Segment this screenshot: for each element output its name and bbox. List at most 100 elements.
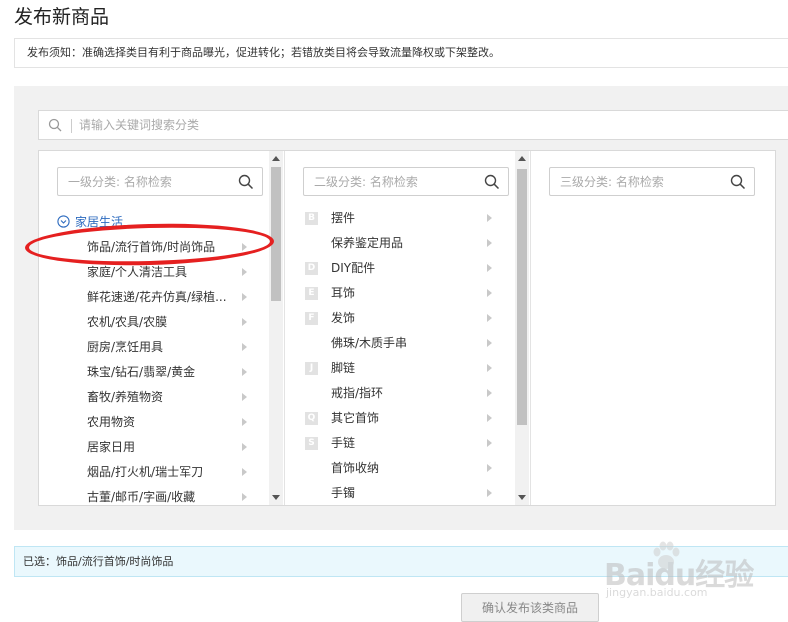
level2-item[interactable]: F 发饰 xyxy=(285,306,515,331)
item-label: 农机/农具/农膜 xyxy=(87,315,168,329)
level2-item[interactable]: D DIY配件 xyxy=(285,256,515,281)
chevron-right-icon xyxy=(242,368,247,376)
item-label: 居家日用 xyxy=(87,440,136,454)
scroll-down-icon[interactable] xyxy=(518,495,526,500)
level2-item[interactable]: J 脚链 xyxy=(285,356,515,381)
level3-search-input[interactable] xyxy=(560,173,720,191)
level1-scrollbar[interactable] xyxy=(269,151,283,505)
item-label: 古董/邮币/字画/收藏 xyxy=(87,490,196,504)
item-label: 家庭/个人清洁工具 xyxy=(87,265,188,279)
item-label: DIY配件 xyxy=(331,261,376,275)
item-label: 保养鉴定用品 xyxy=(331,236,404,250)
confirm-publish-button[interactable]: 确认发布该类商品 xyxy=(461,593,599,622)
scroll-thumb[interactable] xyxy=(271,167,281,301)
index-letter: D xyxy=(305,262,318,275)
chevron-right-icon xyxy=(487,339,492,347)
level1-item[interactable]: 鲜花速递/花卉仿真/绿植... xyxy=(39,285,269,310)
level1-item[interactable]: 厨房/烹饪用具 xyxy=(39,335,269,360)
chevron-right-icon xyxy=(487,314,492,322)
level1-item[interactable]: 烟品/打火机/瑞士军刀 xyxy=(39,460,269,485)
level2-item[interactable]: E 耳饰 xyxy=(285,281,515,306)
level3-column xyxy=(531,151,775,505)
level2-search-box[interactable] xyxy=(303,167,509,196)
level2-item[interactable]: B 摆件 xyxy=(285,206,515,231)
index-letter: F xyxy=(305,312,318,325)
level1-search-input[interactable] xyxy=(68,173,228,191)
item-label: 佛珠/木质手串 xyxy=(331,336,408,350)
chevron-right-icon xyxy=(487,439,492,447)
item-label: 珠宝/钻石/翡翠/黄金 xyxy=(87,365,196,379)
level1-column: 家居生活 饰品/流行首饰/时尚饰品 家庭/个人清洁工具 鲜花速递/花卉仿真/绿植… xyxy=(39,151,285,505)
search-icon[interactable] xyxy=(484,174,500,190)
notice-text: 发布须知：准确选择类目有利于商品曝光，促进转化；若错放类目将会导致流量降权或下架… xyxy=(27,46,500,59)
level1-item[interactable]: 农用物资 xyxy=(39,410,269,435)
level1-list: 饰品/流行首饰/时尚饰品 家庭/个人清洁工具 鲜花速递/花卉仿真/绿植... 农… xyxy=(39,235,269,510)
item-label: 摆件 xyxy=(331,211,356,225)
level2-item[interactable]: 首饰收纳 xyxy=(285,456,515,481)
chevron-right-icon xyxy=(487,414,492,422)
chevron-right-icon xyxy=(242,318,247,326)
chevron-right-icon xyxy=(242,268,247,276)
category-columns: 家居生活 饰品/流行首饰/时尚饰品 家庭/个人清洁工具 鲜花速递/花卉仿真/绿植… xyxy=(38,150,776,506)
level2-scrollbar[interactable] xyxy=(515,151,529,505)
item-label: 烟品/打火机/瑞士军刀 xyxy=(87,465,204,479)
page-title: 发布新商品 xyxy=(14,6,110,28)
chevron-right-icon xyxy=(487,389,492,397)
chevron-right-icon xyxy=(487,289,492,297)
level1-item[interactable]: 畜牧/养殖物资 xyxy=(39,385,269,410)
chevron-right-icon xyxy=(242,468,247,476)
level3-search-box[interactable] xyxy=(549,167,755,196)
item-label: 耳饰 xyxy=(331,286,356,300)
chevron-right-icon xyxy=(487,489,492,497)
item-label: 首饰收纳 xyxy=(331,461,380,475)
item-label: 厨房/烹饪用具 xyxy=(87,340,164,354)
chevron-right-icon xyxy=(487,214,492,222)
chevron-right-icon xyxy=(242,393,247,401)
selected-label: 已选： xyxy=(23,555,56,568)
level2-item[interactable]: 佛珠/木质手串 xyxy=(285,331,515,356)
category-search-input[interactable] xyxy=(79,115,679,135)
scroll-up-icon[interactable] xyxy=(518,156,526,161)
search-divider xyxy=(71,119,72,133)
item-label: 鲜花速递/花卉仿真/绿植... xyxy=(87,290,227,304)
chevron-right-icon xyxy=(487,464,492,472)
item-label: 手镯 xyxy=(331,486,356,500)
level2-item[interactable]: 保养鉴定用品 xyxy=(285,231,515,256)
selected-value: 饰品/流行首饰/时尚饰品 xyxy=(56,555,174,568)
search-icon[interactable] xyxy=(238,174,254,190)
chevron-right-icon xyxy=(487,239,492,247)
level2-column: B 摆件 保养鉴定用品 D DIY配件 E 耳饰 F 发饰 佛珠/木质手串 J 脚链 戒指… xyxy=(285,151,531,505)
item-label: 发饰 xyxy=(331,311,356,325)
scroll-down-icon[interactable] xyxy=(272,495,280,500)
level1-item[interactable]: 珠宝/钻石/翡翠/黄金 xyxy=(39,360,269,385)
level1-item[interactable]: 居家日用 xyxy=(39,435,269,460)
item-label: 畜牧/养殖物资 xyxy=(87,390,164,404)
level2-item[interactable]: 手镯 xyxy=(285,481,515,506)
level2-item[interactable]: Q 其它首饰 xyxy=(285,406,515,431)
chevron-right-icon xyxy=(242,343,247,351)
chevron-right-icon xyxy=(487,364,492,372)
level2-search-input[interactable] xyxy=(314,173,474,191)
category-search-bar[interactable] xyxy=(38,110,788,140)
selected-category-bar: 已选：饰品/流行首饰/时尚饰品 xyxy=(14,546,788,577)
level2-item[interactable]: S 手链 xyxy=(285,431,515,456)
item-label: 其它首饰 xyxy=(331,411,380,425)
scroll-thumb[interactable] xyxy=(517,169,527,425)
index-letter: Q xyxy=(305,412,318,425)
chevron-right-icon xyxy=(242,443,247,451)
publish-notice: 发布须知：准确选择类目有利于商品曝光，促进转化；若错放类目将会导致流量降权或下架… xyxy=(14,38,788,68)
chevron-right-icon xyxy=(487,264,492,272)
item-label: 手链 xyxy=(331,436,356,450)
watermark-url: jingyan.baidu.com xyxy=(606,586,708,599)
chevron-right-icon xyxy=(242,293,247,301)
item-label: 戒指/指环 xyxy=(331,386,384,400)
level2-item[interactable]: 戒指/指环 xyxy=(285,381,515,406)
level2-list: B 摆件 保养鉴定用品 D DIY配件 E 耳饰 F 发饰 佛珠/木质手串 J 脚链 戒指… xyxy=(285,206,515,506)
scroll-up-icon[interactable] xyxy=(272,156,280,161)
level1-search-box[interactable] xyxy=(57,167,263,196)
level1-item[interactable]: 古董/邮币/字画/收藏 xyxy=(39,485,269,510)
search-icon[interactable] xyxy=(730,174,746,190)
level1-item[interactable]: 农机/农具/农膜 xyxy=(39,310,269,335)
index-letter: J xyxy=(305,362,318,375)
item-label: 农用物资 xyxy=(87,415,136,429)
